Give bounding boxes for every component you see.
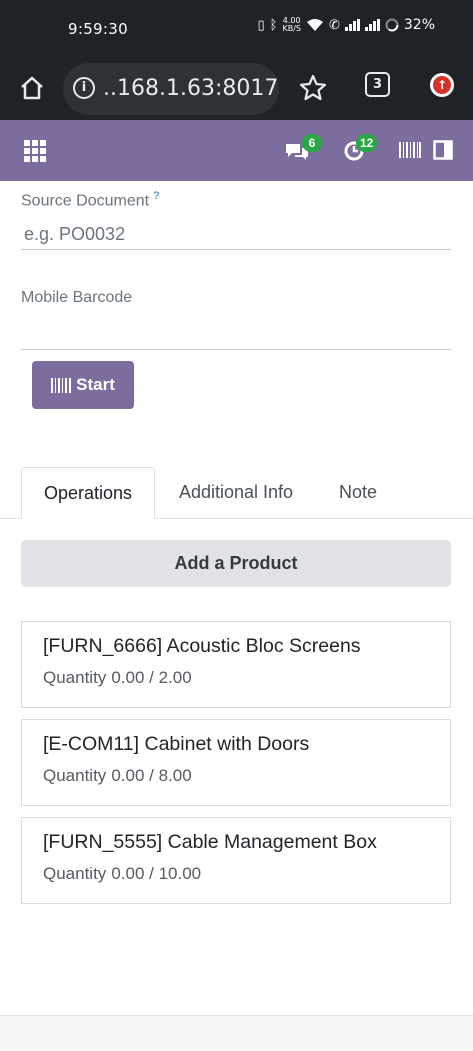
add-product-button[interactable]: Add a Product: [21, 540, 451, 587]
start-button-label: Start: [76, 375, 115, 394]
mobile-barcode-input[interactable]: [21, 320, 451, 350]
home-icon[interactable]: [18, 74, 46, 102]
messages-badge: 6: [302, 134, 322, 152]
update-arrow-icon: ↑: [433, 76, 451, 94]
product-line[interactable]: [FURN_6666] Acoustic Bloc Screens Quanti…: [21, 621, 451, 708]
tab-additional-info[interactable]: Additional Info: [166, 467, 306, 518]
product-quantity: Quantity 0.00 / 8.00: [43, 766, 192, 786]
bluetooth-icon: ᛒ: [269, 17, 278, 33]
product-quantity: Quantity 0.00 / 2.00: [43, 668, 192, 688]
address-bar[interactable]: i ..168.1.63:8017: [63, 63, 279, 115]
start-button[interactable]: Start: [32, 361, 134, 409]
quantity-value: 0.00 / 10.00: [111, 864, 202, 883]
mobile-barcode-label: Mobile Barcode: [21, 289, 133, 306]
call-icon: ✆: [328, 17, 340, 33]
wifi-icon: [306, 19, 323, 31]
info-icon[interactable]: i: [73, 77, 95, 99]
product-line[interactable]: [FURN_5555] Cable Management Box Quantit…: [21, 817, 451, 904]
product-name: [FURN_5555] Cable Management Box: [43, 831, 377, 853]
app-navbar: [0, 120, 473, 181]
quantity-label: Quantity: [43, 766, 107, 785]
clock: 9:59:30: [68, 20, 128, 38]
tab-switcher-button[interactable]: 3: [365, 72, 390, 97]
source-document-input[interactable]: e.g. PO0032: [21, 220, 451, 250]
update-button[interactable]: ↑: [430, 73, 454, 97]
product-name: [FURN_6666] Acoustic Bloc Screens: [43, 635, 361, 657]
bottom-bar: [0, 1015, 473, 1051]
quantity-label: Quantity: [43, 668, 107, 687]
apps-menu-icon[interactable]: [24, 140, 46, 162]
quantity-value: 0.00 / 8.00: [111, 766, 192, 785]
help-tooltip-icon[interactable]: ?: [153, 190, 159, 202]
vibrate-icon: ▯: [257, 17, 265, 33]
product-name: [E-COM11] Cabinet with Doors: [43, 733, 310, 755]
tab-note[interactable]: Note: [328, 467, 388, 518]
activities-badge: 12: [356, 134, 378, 152]
network-speed-unit: KB/S: [282, 24, 301, 33]
network-speed: 4.00 KB/S: [282, 17, 301, 33]
browser-toolbar: i ..168.1.63:8017 3 ↑: [0, 58, 473, 120]
product-line[interactable]: [E-COM11] Cabinet with Doors Quantity 0.0…: [21, 719, 451, 806]
barcode-scanner-icon[interactable]: [399, 142, 421, 158]
bookmark-star-icon[interactable]: [298, 73, 328, 103]
barcode-icon: [51, 377, 72, 393]
battery-level: 32%: [403, 17, 435, 33]
signal-icon-1: [344, 19, 360, 31]
source-document-label: Source Document?: [21, 190, 159, 210]
quantity-value: 0.00 / 2.00: [111, 668, 192, 687]
product-quantity: Quantity 0.00 / 10.00: [43, 864, 201, 884]
signal-icon-2: [364, 19, 380, 31]
sidebar-toggle-icon[interactable]: [433, 140, 453, 160]
status-icons: ▯ ᛒ 4.00 KB/S ✆ 32%: [257, 17, 435, 34]
tab-operations[interactable]: Operations: [21, 467, 155, 519]
quantity-label: Quantity: [43, 864, 107, 883]
notebook-tabs: Operations Additional Info Note: [0, 467, 473, 519]
battery-icon: [385, 18, 399, 32]
source-document-label-text: Source Document: [21, 192, 150, 210]
url-text[interactable]: ..168.1.63:8017: [103, 76, 278, 101]
status-bar: 9:59:30 ▯ ᛒ 4.00 KB/S ✆ 32%: [0, 0, 473, 58]
